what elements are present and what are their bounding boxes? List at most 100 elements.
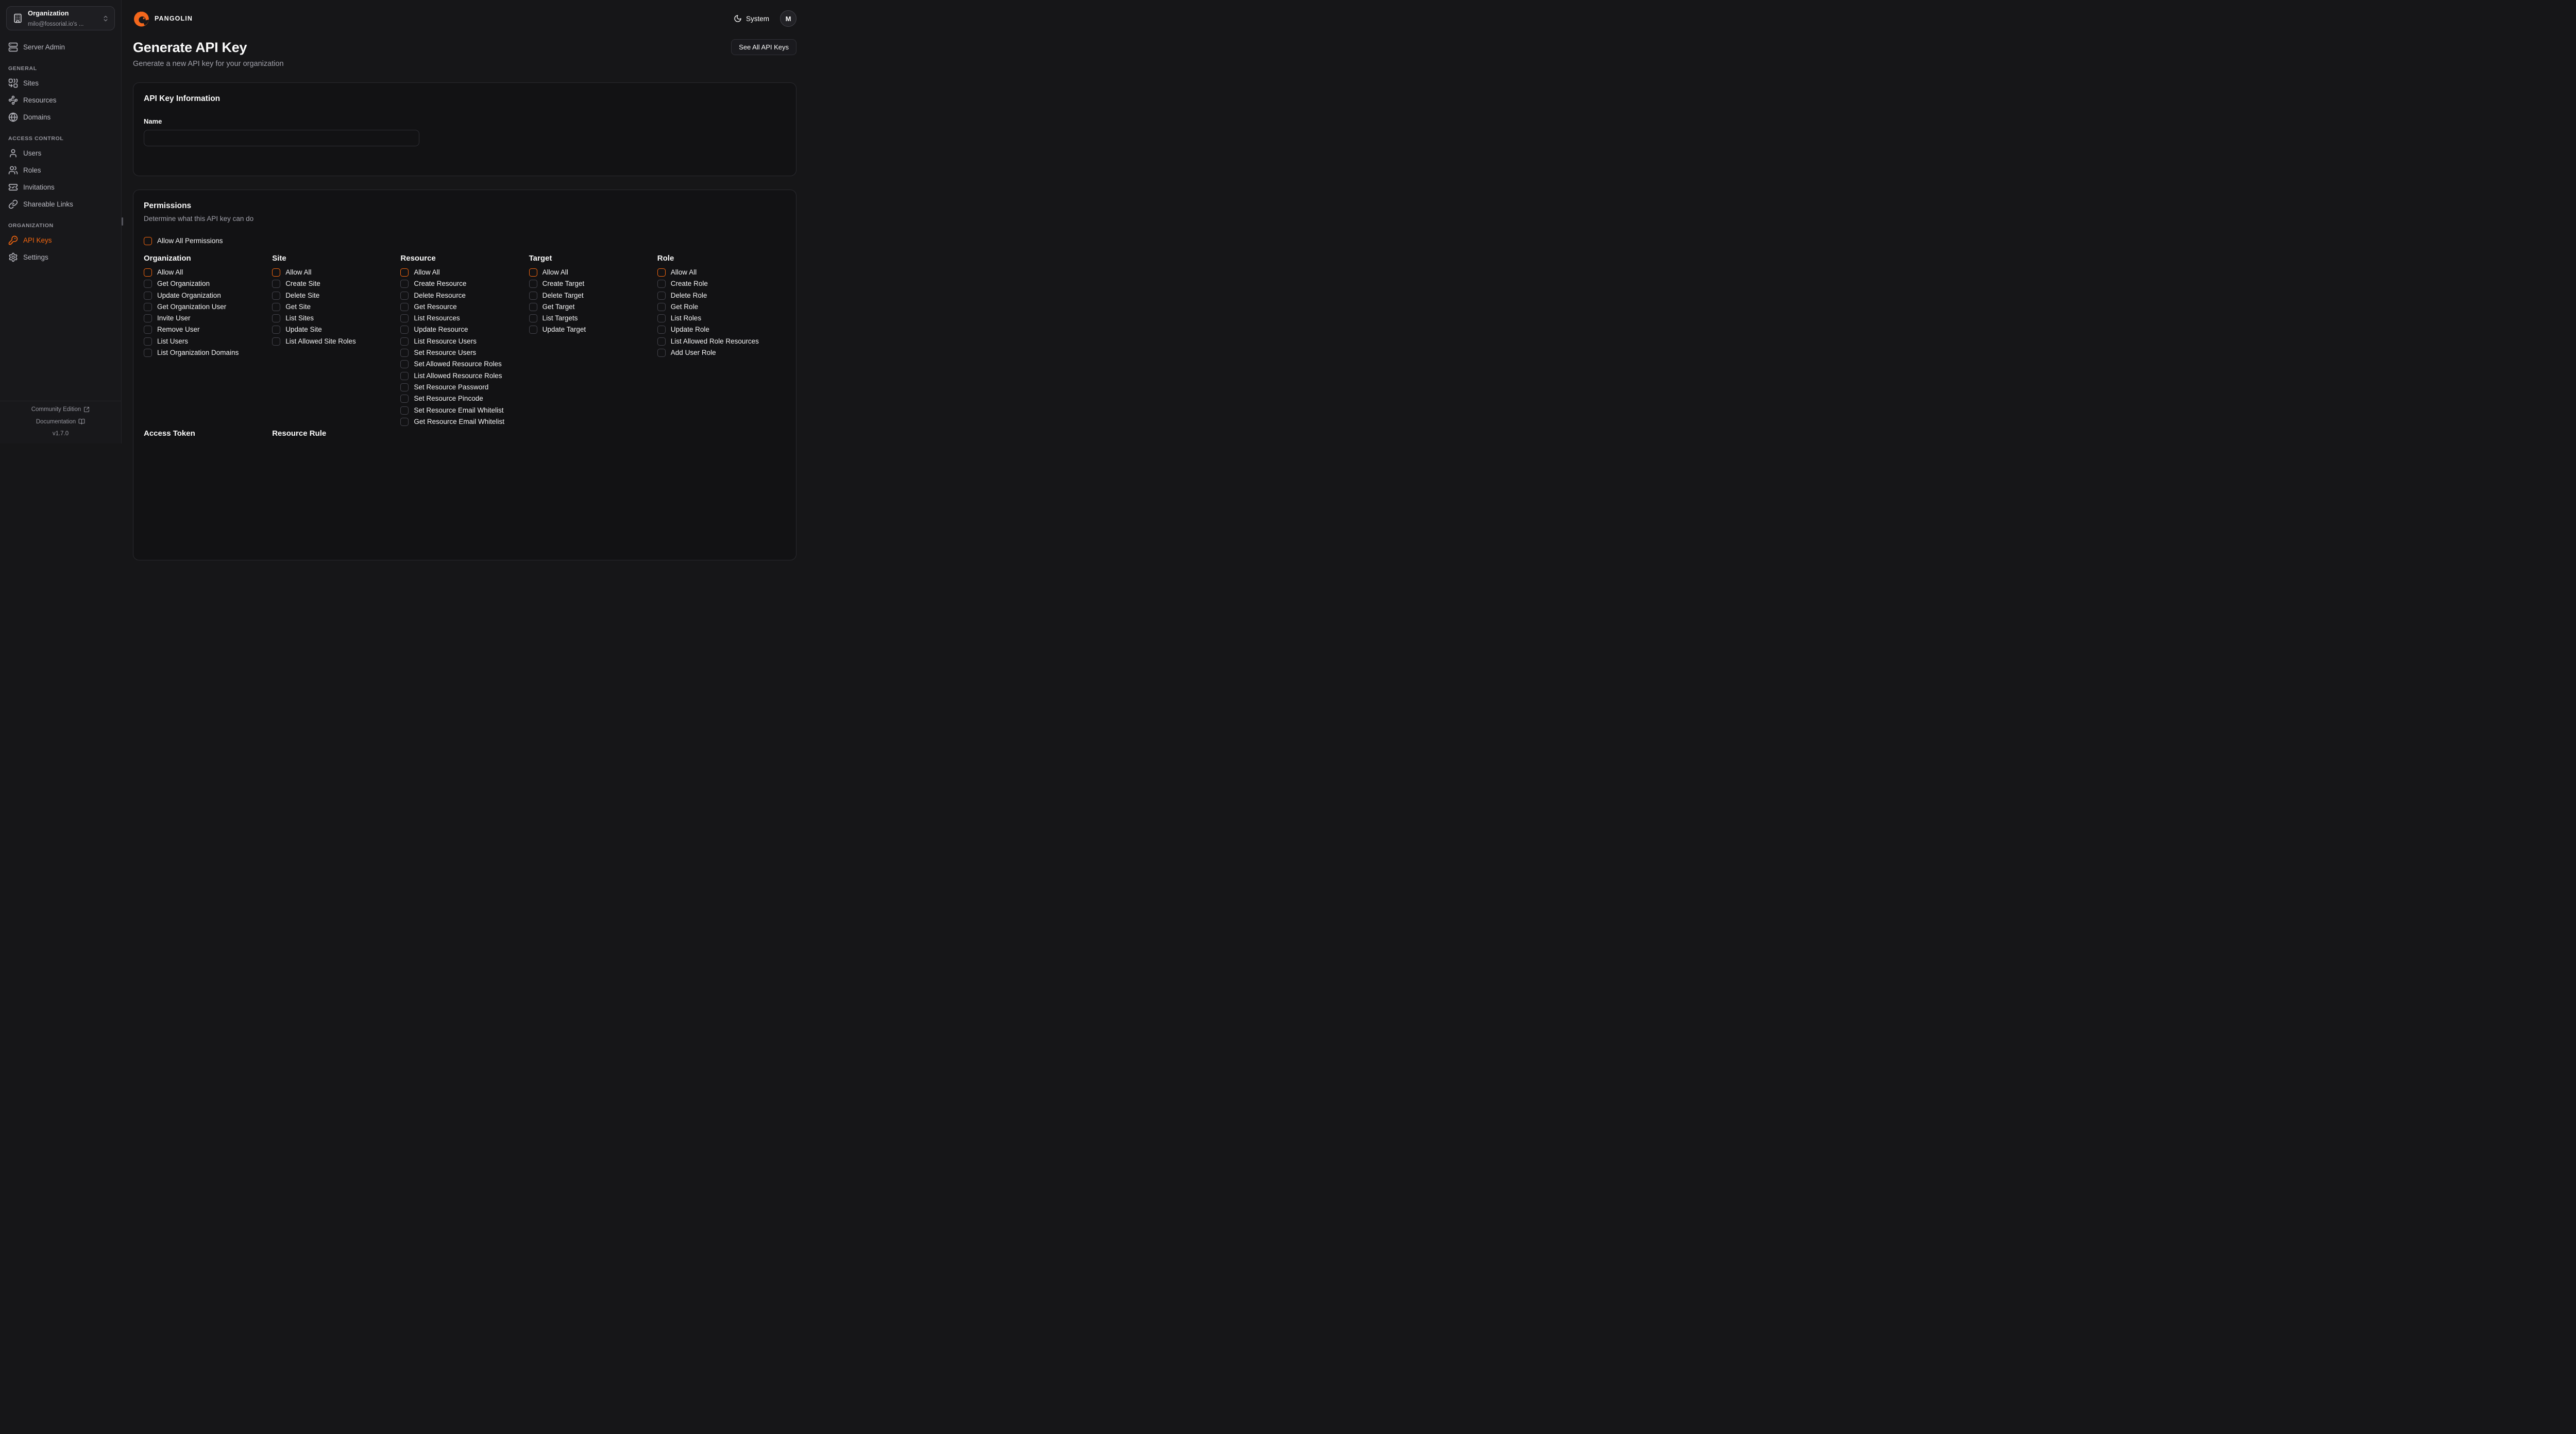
permission-row-resource-set-allowed-resource-roles[interactable]: Set Allowed Resource Roles	[400, 360, 529, 368]
permission-row-resource-set-resource-password[interactable]: Set Resource Password	[400, 383, 529, 391]
checkbox-organization-remove-user[interactable]	[144, 326, 152, 334]
permission-row-resource-list-resource-users[interactable]: List Resource Users	[400, 337, 529, 346]
checkbox-resource-set-resource-email-whitelist[interactable]	[400, 406, 409, 415]
checkbox-organization-invite-user[interactable]	[144, 314, 152, 322]
sidebar-item-domains[interactable]: Domains	[6, 112, 115, 122]
permission-row-target-create-target[interactable]: Create Target	[529, 280, 657, 288]
sidebar-item-roles[interactable]: Roles	[6, 165, 115, 175]
sidebar-item-invitations[interactable]: Invitations	[6, 182, 115, 192]
permission-row-site-list-sites[interactable]: List Sites	[272, 314, 400, 322]
sidebar-scrollbar-thumb[interactable]	[122, 217, 123, 226]
checkbox-target-update-target[interactable]	[529, 326, 537, 334]
checkbox-allow-all-permissions[interactable]	[144, 237, 152, 245]
permission-row-organization-list-organization-domains[interactable]: List Organization Domains	[144, 349, 272, 357]
checkbox-organization-allow-all[interactable]	[144, 268, 152, 277]
permission-row-site-update-site[interactable]: Update Site	[272, 326, 400, 334]
checkbox-role-allow-all[interactable]	[657, 268, 666, 277]
checkbox-organization-get-organization-user[interactable]	[144, 303, 152, 311]
sidebar-item-settings[interactable]: Settings	[6, 252, 115, 262]
checkbox-target-allow-all[interactable]	[529, 268, 537, 277]
checkbox-role-delete-role[interactable]	[657, 292, 666, 300]
checkbox-role-add-user-role[interactable]	[657, 349, 666, 357]
checkbox-resource-list-allowed-resource-roles[interactable]	[400, 372, 409, 380]
checkbox-resource-list-resources[interactable]	[400, 314, 409, 322]
permission-row-role-delete-role[interactable]: Delete Role	[657, 292, 786, 300]
permission-row-resource-get-resource[interactable]: Get Resource	[400, 303, 529, 311]
permission-row-target-delete-target[interactable]: Delete Target	[529, 292, 657, 300]
checkbox-site-update-site[interactable]	[272, 326, 280, 334]
sidebar-item-resources[interactable]: Resources	[6, 95, 115, 105]
documentation-link[interactable]: Documentation	[36, 418, 85, 425]
checkbox-site-get-site[interactable]	[272, 303, 280, 311]
permission-row-role-get-role[interactable]: Get Role	[657, 303, 786, 311]
checkbox-resource-set-allowed-resource-roles[interactable]	[400, 360, 409, 368]
permission-row-organization-update-organization[interactable]: Update Organization	[144, 292, 272, 300]
checkbox-target-list-targets[interactable]	[529, 314, 537, 322]
checkbox-target-delete-target[interactable]	[529, 292, 537, 300]
name-input[interactable]	[144, 130, 419, 146]
checkbox-target-get-target[interactable]	[529, 303, 537, 311]
checkbox-target-create-target[interactable]	[529, 280, 537, 288]
permission-row-resource-allow-all[interactable]: Allow All	[400, 268, 529, 277]
permission-row-organization-get-organization-user[interactable]: Get Organization User	[144, 303, 272, 311]
permission-row-target-update-target[interactable]: Update Target	[529, 326, 657, 334]
see-all-api-keys-button[interactable]: See All API Keys	[731, 39, 796, 55]
permission-row-site-list-allowed-site-roles[interactable]: List Allowed Site Roles	[272, 337, 400, 346]
checkbox-resource-get-resource[interactable]	[400, 303, 409, 311]
permission-row-organization-remove-user[interactable]: Remove User	[144, 326, 272, 334]
permission-row-organization-invite-user[interactable]: Invite User	[144, 314, 272, 322]
permission-row-target-get-target[interactable]: Get Target	[529, 303, 657, 311]
checkbox-role-get-role[interactable]	[657, 303, 666, 311]
permission-row-resource-set-resource-users[interactable]: Set Resource Users	[400, 349, 529, 357]
checkbox-role-create-role[interactable]	[657, 280, 666, 288]
checkbox-site-create-site[interactable]	[272, 280, 280, 288]
checkbox-site-delete-site[interactable]	[272, 292, 280, 300]
checkbox-resource-get-resource-email-whitelist[interactable]	[400, 418, 409, 426]
avatar[interactable]: M	[780, 10, 796, 27]
checkbox-organization-update-organization[interactable]	[144, 292, 152, 300]
checkbox-resource-set-resource-users[interactable]	[400, 349, 409, 357]
checkbox-resource-create-resource[interactable]	[400, 280, 409, 288]
checkbox-site-list-sites[interactable]	[272, 314, 280, 322]
checkbox-resource-set-resource-pincode[interactable]	[400, 395, 409, 403]
permission-row-resource-list-resources[interactable]: List Resources	[400, 314, 529, 322]
permission-row-site-get-site[interactable]: Get Site	[272, 303, 400, 311]
checkbox-organization-get-organization[interactable]	[144, 280, 152, 288]
permission-row-target-allow-all[interactable]: Allow All	[529, 268, 657, 277]
permission-row-role-create-role[interactable]: Create Role	[657, 280, 786, 288]
checkbox-role-update-role[interactable]	[657, 326, 666, 334]
checkbox-resource-allow-all[interactable]	[400, 268, 409, 277]
allow-all-permissions-row[interactable]: Allow All Permissions	[144, 237, 786, 245]
sidebar-item-api-keys[interactable]: API Keys	[6, 235, 115, 245]
checkbox-organization-list-users[interactable]	[144, 337, 152, 346]
checkbox-role-list-allowed-role-resources[interactable]	[657, 337, 666, 346]
permission-row-role-update-role[interactable]: Update Role	[657, 326, 786, 334]
permission-row-organization-get-organization[interactable]: Get Organization	[144, 280, 272, 288]
checkbox-resource-update-resource[interactable]	[400, 326, 409, 334]
sidebar-item-users[interactable]: Users	[6, 148, 115, 158]
permission-row-role-list-allowed-role-resources[interactable]: List Allowed Role Resources	[657, 337, 786, 346]
permission-row-resource-list-allowed-resource-roles[interactable]: List Allowed Resource Roles	[400, 372, 529, 380]
checkbox-role-list-roles[interactable]	[657, 314, 666, 322]
sidebar-item-sites[interactable]: Sites	[6, 78, 115, 88]
org-selector[interactable]: Organization milo@fossorial.io's ...	[6, 6, 115, 30]
permission-row-resource-create-resource[interactable]: Create Resource	[400, 280, 529, 288]
permission-row-resource-delete-resource[interactable]: Delete Resource	[400, 292, 529, 300]
permission-row-site-create-site[interactable]: Create Site	[272, 280, 400, 288]
permission-row-resource-update-resource[interactable]: Update Resource	[400, 326, 529, 334]
permission-row-organization-list-users[interactable]: List Users	[144, 337, 272, 346]
checkbox-resource-list-resource-users[interactable]	[400, 337, 409, 346]
checkbox-site-list-allowed-site-roles[interactable]	[272, 337, 280, 346]
permission-row-site-allow-all[interactable]: Allow All	[272, 268, 400, 277]
checkbox-resource-set-resource-password[interactable]	[400, 383, 409, 391]
permission-row-organization-allow-all[interactable]: Allow All	[144, 268, 272, 277]
community-edition-link[interactable]: Community Edition	[31, 406, 90, 413]
sidebar-item-shareable-links[interactable]: Shareable Links	[6, 199, 115, 209]
checkbox-site-allow-all[interactable]	[272, 268, 280, 277]
permission-row-role-add-user-role[interactable]: Add User Role	[657, 349, 786, 357]
sidebar-item-server-admin[interactable]: Server Admin	[6, 42, 115, 52]
permission-row-target-list-targets[interactable]: List Targets	[529, 314, 657, 322]
permission-row-resource-set-resource-pincode[interactable]: Set Resource Pincode	[400, 395, 529, 403]
checkbox-organization-list-organization-domains[interactable]	[144, 349, 152, 357]
checkbox-resource-delete-resource[interactable]	[400, 292, 409, 300]
